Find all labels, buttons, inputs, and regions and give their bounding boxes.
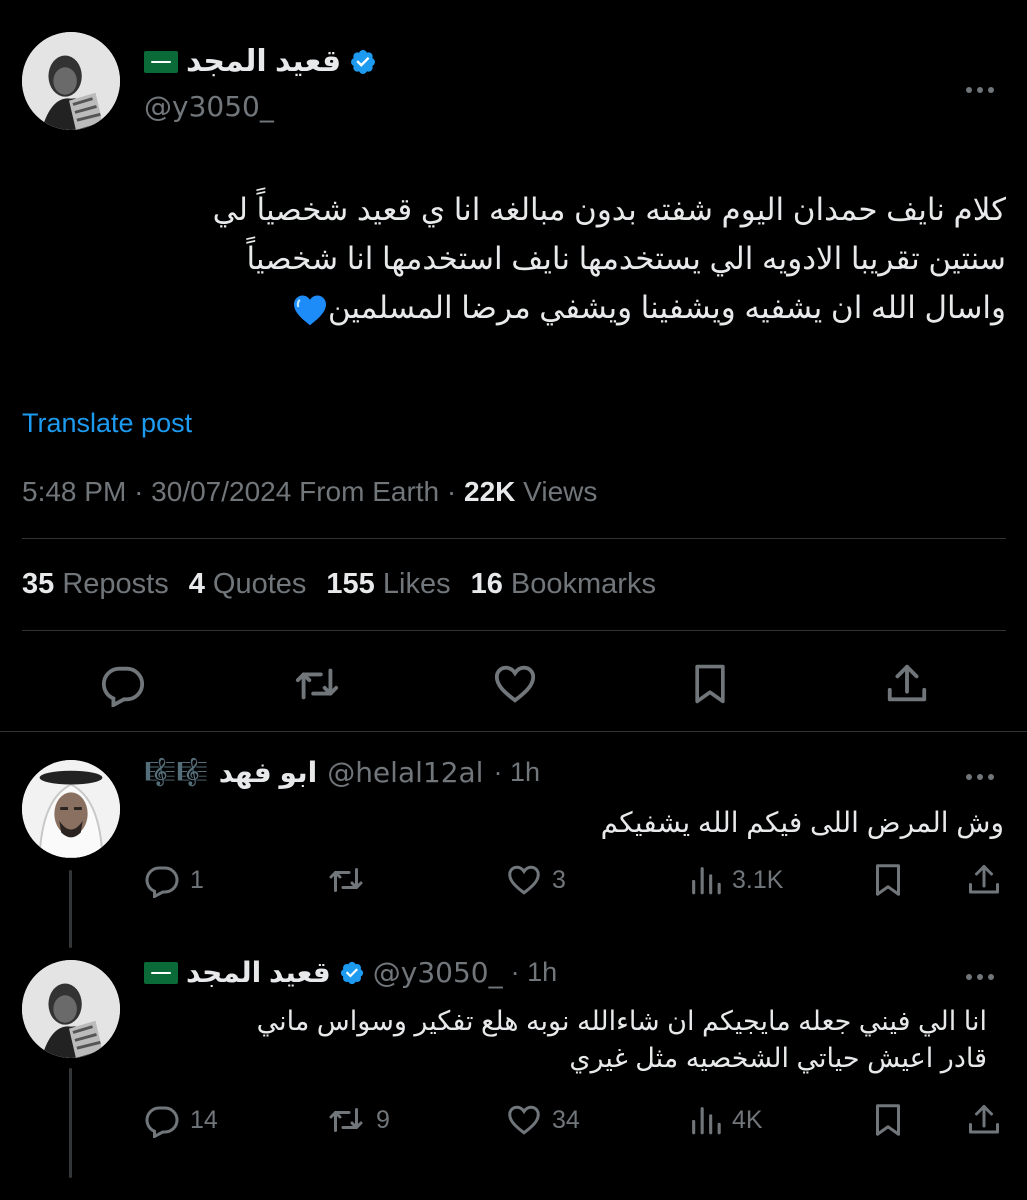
reply-avatar[interactable] — [22, 760, 120, 858]
reply-icon — [101, 666, 145, 707]
share-button[interactable] — [966, 862, 1002, 898]
repost-button[interactable]: 9 — [326, 1102, 390, 1138]
share-button[interactable] — [884, 661, 930, 707]
views-button[interactable]: 4K — [688, 1102, 763, 1138]
bookmarks-stat[interactable]: 16 Bookmarks — [471, 568, 656, 601]
bookmark-button[interactable] — [870, 862, 906, 898]
bookmark-icon — [695, 664, 725, 704]
reply-author-handle[interactable]: @helal12al — [327, 756, 483, 789]
reply-icon — [145, 1106, 179, 1138]
views-count: 3.1K — [732, 865, 784, 894]
like-button[interactable] — [492, 661, 538, 707]
tweet-time[interactable]: 5:48 PM — [22, 476, 126, 507]
tweet-source: From Earth — [299, 476, 440, 507]
thread-connector — [69, 1068, 72, 1178]
like-icon — [508, 1105, 540, 1135]
reply-text-line: انا الي فيني جعله مايجيكم ان شاءالله نوب… — [256, 1006, 987, 1036]
divider — [0, 731, 1027, 732]
share-icon — [969, 1105, 999, 1134]
share-icon — [969, 865, 999, 894]
repost-icon — [295, 668, 339, 700]
reply-time[interactable]: · 1h — [511, 957, 558, 988]
thread-connector — [69, 870, 72, 948]
tweet-text-line: كلام نايف حمدان اليوم شفته بدون مبالغه ا… — [212, 192, 1006, 227]
views-label: Views — [523, 476, 598, 507]
like-icon — [494, 665, 536, 703]
reply-count: 1 — [190, 865, 204, 894]
like-button[interactable]: 34 — [506, 1102, 580, 1138]
reply-author-name[interactable]: قعيد المجد — [186, 956, 331, 989]
like-count: 3 — [552, 865, 566, 894]
saudi-flag-icon — [144, 50, 178, 73]
avatar-image — [22, 760, 120, 858]
views-icon — [692, 1107, 721, 1135]
views-count: 22K — [464, 476, 516, 507]
bookmark-button[interactable] — [688, 661, 732, 707]
tweet-text: كلام نايف حمدان اليوم شفته بدون مبالغه ا… — [22, 185, 1006, 332]
reply-button[interactable]: 1 — [144, 862, 204, 898]
share-icon — [887, 664, 927, 702]
reply-button[interactable] — [100, 661, 146, 707]
tweet-stats: 35 Reposts 4 Quotes 155 Likes 16 Bookmar… — [22, 568, 656, 601]
avatar[interactable] — [22, 32, 120, 130]
repost-count: 9 — [376, 1105, 390, 1134]
reposts-stat[interactable]: 35 Reposts — [22, 568, 169, 601]
like-button[interactable]: 3 — [506, 862, 566, 898]
tweet-metadata: 5:48 PM · 30/07/2024 From Earth · 22K Vi… — [22, 476, 598, 507]
tweet-date[interactable]: 30/07/2024 — [151, 476, 291, 507]
reply-text: وش المرض اللى فيكم الله يشفيكم — [144, 804, 1004, 841]
reply-time[interactable]: · 1h — [493, 757, 540, 788]
author-handle[interactable]: @y3050_ — [144, 90, 274, 123]
views-icon — [692, 867, 721, 895]
reply-button[interactable]: 14 — [144, 1102, 218, 1138]
like-count: 34 — [552, 1105, 580, 1134]
divider — [22, 630, 1006, 631]
divider — [22, 538, 1006, 539]
music-notes-emoji: 🎼🎼 — [144, 757, 209, 787]
avatar-image — [22, 32, 120, 130]
reply-text-line: وش المرض اللى فيكم الله يشفيكم — [600, 807, 1004, 838]
repost-icon — [329, 868, 363, 892]
tweet-text-line-last: واسال الله ان يشفيه ويشفينا ويشفي مرضا ا… — [22, 283, 1006, 332]
bookmark-button[interactable] — [870, 1102, 906, 1138]
bookmark-icon — [876, 864, 900, 896]
more-icon[interactable] — [966, 87, 994, 93]
quotes-stat[interactable]: 4 Quotes — [189, 568, 307, 601]
repost-button[interactable] — [292, 661, 342, 707]
verified-badge-icon — [340, 961, 363, 984]
reply-author-name[interactable]: ابو فهد — [219, 756, 317, 789]
verified-badge-icon — [351, 49, 376, 74]
saudi-flag-icon — [144, 961, 178, 984]
like-icon — [508, 865, 540, 895]
repost-icon — [329, 1108, 363, 1132]
reply-text: انا الي فيني جعله مايجيكم ان شاءالله نوب… — [144, 1003, 987, 1077]
author-name[interactable]: قعيد المجد — [186, 44, 341, 79]
reply-author-handle[interactable]: @y3050_ — [373, 956, 503, 989]
translate-post-link[interactable]: Translate post — [22, 408, 192, 439]
tweet-text-line: سنتين تقريبا الادويه الي يستخدمها نايف ا… — [246, 241, 1006, 276]
reply-count: 14 — [190, 1105, 218, 1134]
repost-button[interactable] — [326, 862, 376, 898]
tweet-actions — [0, 655, 1027, 715]
share-button[interactable] — [966, 1102, 1002, 1138]
blue-heart-emoji — [293, 295, 326, 326]
views-button[interactable]: 3.1K — [688, 862, 783, 898]
more-icon[interactable] — [966, 974, 994, 980]
views-count: 4K — [732, 1105, 763, 1134]
more-icon[interactable] — [966, 774, 994, 780]
reply-avatar[interactable] — [22, 960, 120, 1058]
bookmark-icon — [876, 1104, 900, 1136]
tweet-text-line: واسال الله ان يشفيه ويشفينا ويشفي مرضا ا… — [327, 290, 1006, 325]
reply-icon — [145, 866, 179, 898]
avatar-image — [22, 960, 120, 1058]
reply-text-line: قادر اعيش حياتي الشخصيه مثل غيري — [569, 1043, 987, 1073]
likes-stat[interactable]: 155 Likes — [326, 568, 450, 601]
